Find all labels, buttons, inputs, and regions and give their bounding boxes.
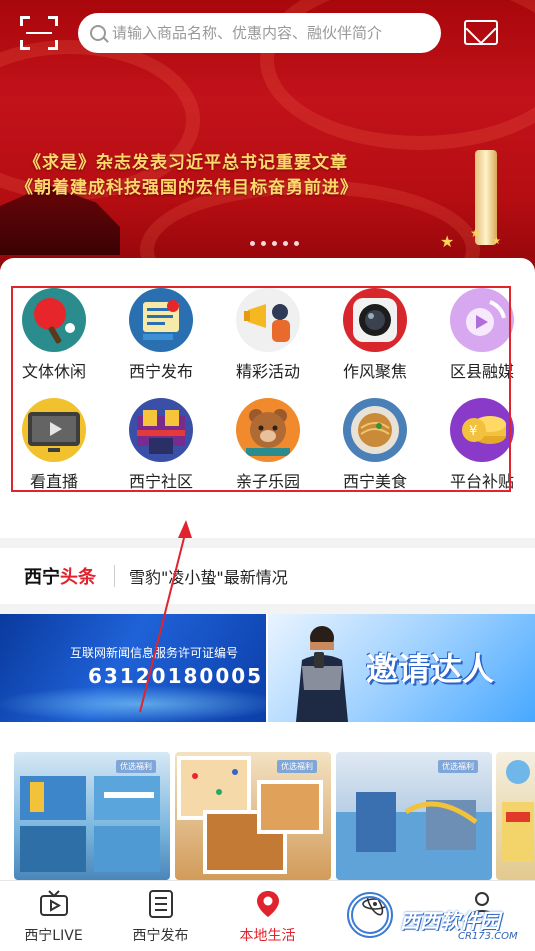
message-icon[interactable] (464, 20, 498, 45)
watermark-logo-icon (347, 892, 393, 938)
list-icon (146, 889, 176, 919)
banner-headline-line1: 《求是》杂志发表习近平总书记重要文章 (24, 153, 348, 173)
carousel-dot[interactable] (272, 241, 277, 246)
tab-xining-live[interactable]: 西宁LIVE (0, 889, 107, 945)
star-icon: ★ (470, 226, 481, 240)
banner-glow (0, 684, 266, 722)
tab-local-life[interactable]: 本地生活 (214, 889, 321, 945)
thumbnail-badge: 优选福利 (277, 760, 317, 773)
tab-label: 西宁发布 (132, 928, 189, 944)
star-icon: ★ (492, 236, 501, 247)
tab-label: 本地生活 (239, 928, 296, 944)
tab-xining-release[interactable]: 西宁发布 (107, 889, 214, 945)
watermark-text: 西西软件园 (400, 909, 500, 933)
search-bar[interactable] (78, 13, 441, 53)
thumbnail-badge: 优选福利 (116, 760, 156, 773)
tv-icon (39, 889, 69, 919)
merchant-thumbnails: 优选福利 优选福利 优选福利 (0, 752, 535, 880)
thumbnail-card[interactable] (496, 752, 535, 880)
license-banner[interactable]: 互联网新闻信息服务许可证编号 63120180005 (0, 614, 266, 722)
carousel-dot[interactable] (294, 241, 299, 246)
divider (114, 565, 115, 587)
headline-text[interactable]: 雪豹"凌小蛰"最新情况 (129, 564, 288, 588)
star-icon: ★ (440, 232, 455, 251)
watermark-domain: CR173.COM (458, 931, 518, 942)
product-photo (502, 760, 534, 862)
search-input[interactable] (112, 24, 432, 42)
carousel-dot[interactable] (261, 241, 266, 246)
divider (0, 604, 535, 614)
carousel-indicator (250, 241, 299, 246)
location-pin-icon (253, 889, 283, 919)
site-watermark: 西西软件园 CR173.COM (340, 883, 535, 945)
scan-icon[interactable] (20, 16, 58, 50)
thumbnail-card[interactable]: 优选福利 (336, 752, 492, 880)
search-icon (90, 25, 106, 41)
annotation-highlight-box (11, 286, 511, 492)
thumbnail-card[interactable]: 优选福利 (14, 752, 170, 880)
divider (0, 722, 535, 752)
headline-bar[interactable]: 西宁头条 雪豹"凌小蛰"最新情况 (0, 548, 535, 604)
headline-title: 西宁头条 (24, 567, 96, 588)
carousel-dot[interactable] (250, 241, 255, 246)
invite-title: 邀请达人 (366, 650, 495, 688)
license-label: 互联网新闻信息服务许可证编号 (70, 646, 239, 660)
invite-banner[interactable]: 邀请达人 (268, 614, 535, 722)
license-number: 63120180005 (88, 664, 264, 688)
divider (0, 538, 535, 548)
person-illustration (296, 626, 348, 722)
app-screen: ★ ★ ★ 《求是》杂志发表习近平总书记重要文章 《朝着建成科技强国的宏伟目标奋… (0, 0, 535, 951)
banner-headline-line2: 《朝着建成科技强国的宏伟目标奋勇前进》 (16, 178, 358, 198)
carousel-dot[interactable] (283, 241, 288, 246)
thumbnail-card[interactable]: 优选福利 (175, 752, 331, 880)
tab-label: 西宁LIVE (24, 928, 83, 944)
thumbnail-badge: 优选福利 (438, 760, 478, 773)
